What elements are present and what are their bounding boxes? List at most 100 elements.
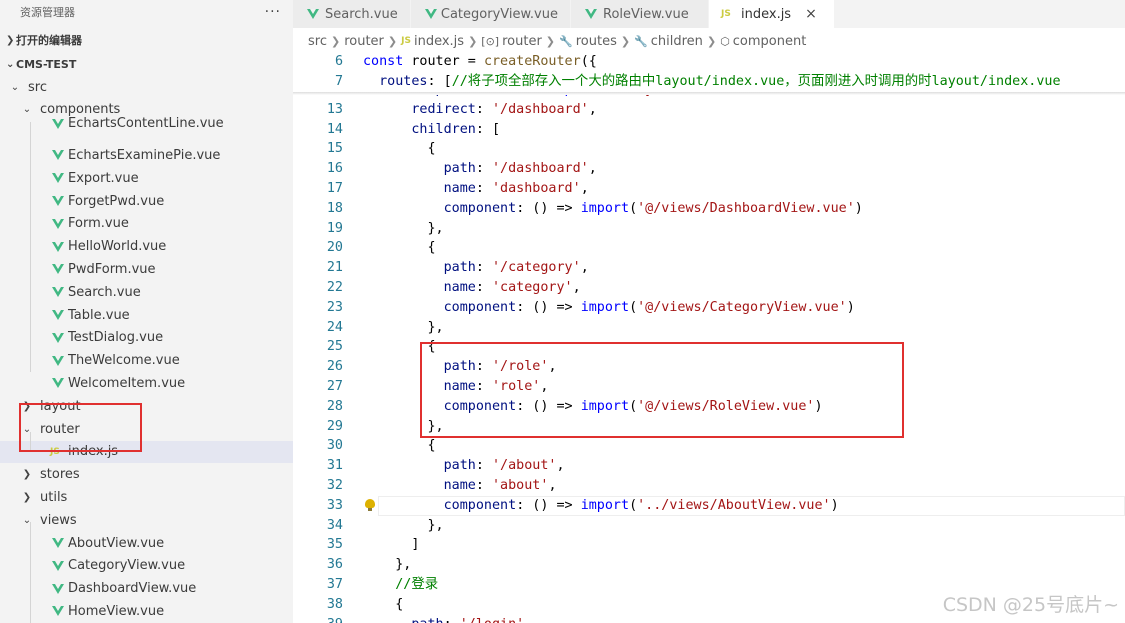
breadcrumb-symbol-icon: ⬡ (720, 34, 730, 48)
tree-file[interactable]: DashboardView.vue (0, 578, 293, 600)
tree-item-label: Table.vue (68, 307, 130, 323)
vue-file-icon (50, 147, 66, 163)
chevron-right-icon: ❯ (6, 34, 15, 46)
line-number: 34 (326, 517, 343, 533)
code-line: 6 const router = createRouter({ (293, 52, 1125, 72)
code-text: //登录 (363, 577, 439, 592)
line-number: 13 (326, 101, 343, 117)
vue-file-icon (50, 170, 66, 186)
tab-label: RoleView.vue (603, 6, 689, 22)
tab-label: Search.vue (325, 6, 398, 22)
tab-index-js[interactable]: JS index.js × (709, 0, 835, 28)
tree-file[interactable]: EchartsExaminePie.vue (0, 144, 293, 166)
tree-item-label: CategoryView.vue (68, 558, 186, 574)
line-number: 39 (293, 615, 343, 623)
tab-roleview-vue[interactable]: RoleView.vue (571, 0, 709, 28)
breadcrumb-item[interactable]: router (344, 34, 384, 49)
tree-file[interactable]: Form.vue (0, 213, 293, 235)
tree-item-label: HomeView.vue (68, 603, 165, 619)
line-number: 17 (326, 181, 343, 196)
code-text: path: '/about', (363, 458, 565, 474)
tree-file[interactable]: Search.vue (0, 281, 293, 303)
tree-file[interactable]: ForgetPwd.vue (0, 190, 293, 212)
code-text: path: '/category', (363, 260, 589, 276)
code-line: 31 path: '/about', (293, 456, 1125, 476)
code-line: 35 ] (293, 535, 1125, 555)
tree-file[interactable]: PwdForm.vue (0, 258, 293, 280)
code-text: children: [ (363, 121, 501, 137)
indent-guide (30, 522, 31, 623)
code-editor[interactable]: 6 const router = createRouter({7 routes: … (293, 52, 1125, 623)
tree-file[interactable]: HomeView.vue (0, 600, 293, 622)
breadcrumb-item[interactable]: component (733, 34, 807, 49)
lightbulb-icon[interactable] (365, 499, 375, 511)
open-editors-section[interactable]: ❯ 打开的编辑器 (0, 29, 293, 51)
tree-file[interactable]: HelloWorld.vue (0, 236, 293, 258)
tree-folder[interactable]: ❯ stores (0, 464, 293, 486)
tree-item-label: HelloWorld.vue (68, 239, 167, 255)
breadcrumb-item[interactable]: index.js (414, 34, 464, 49)
code-text: redirect: '/dashboard', (363, 101, 597, 117)
tab-categoryview-vue[interactable]: CategoryView.vue (411, 0, 571, 28)
code-text: component: () => import('@/views/Categor… (363, 299, 855, 315)
vue-file-icon (50, 558, 66, 574)
tab-label: index.js (741, 6, 792, 22)
tree-file[interactable]: Table.vue (0, 304, 293, 326)
code-line: 20 { (293, 238, 1125, 258)
line-number: 28 (326, 398, 343, 414)
tree-file[interactable]: TestDialog.vue (0, 327, 293, 349)
breadcrumb-symbol-icon: 🔧 (634, 34, 648, 48)
explorer-title: 资源管理器 (20, 6, 75, 19)
vue-file-icon (583, 6, 599, 22)
explorer-header: 资源管理器 ··· (0, 0, 293, 24)
tree-file[interactable]: AboutView.vue (0, 532, 293, 554)
tree-file[interactable]: WelcomeItem.vue (0, 372, 293, 394)
project-section[interactable]: ⌄ CMS-TEST (0, 53, 293, 75)
breadcrumb-item[interactable]: src (308, 34, 327, 49)
code-text: name: 'about', (363, 478, 557, 493)
code-line: 14 children: [ (293, 120, 1125, 140)
code-line: 22 name: 'category', (293, 278, 1125, 298)
chevron-down-icon: ⌄ (6, 58, 15, 70)
code-line: 16 path: '/dashboard', (293, 159, 1125, 179)
chevron-right-icon: ❯ (468, 34, 478, 48)
breadcrumb-symbol-icon: [⊙] (481, 34, 500, 48)
tree-item-label: utils (40, 489, 68, 505)
code-text: name: 'category', (363, 280, 581, 295)
tree-file[interactable]: Export.vue (0, 167, 293, 189)
code-text: name: 'dashboard', (363, 181, 589, 196)
vue-file-icon (423, 6, 437, 22)
tab-search-vue[interactable]: Search.vue (293, 0, 411, 28)
tree-file[interactable]: CategoryView.vue (0, 555, 293, 577)
chevron-right-icon: ❯ (545, 34, 556, 48)
code-text: { (363, 240, 436, 256)
code-line: 15 { (293, 139, 1125, 159)
sticky-shadow (293, 92, 1125, 95)
tree-file[interactable]: TheWelcome.vue (0, 350, 293, 372)
breadcrumb-item[interactable]: routes (576, 34, 617, 49)
breadcrumb-item[interactable]: children (651, 34, 703, 49)
tree-item-label: Export.vue (68, 170, 139, 186)
breadcrumb: src ❯ router ❯ JS index.js ❯ [⊙] router ❯ 🔧 routes ❯… (293, 30, 1125, 52)
tree-item-label: TestDialog.vue (68, 330, 164, 346)
code-line: 32 name: 'about', (293, 476, 1125, 496)
code-text: component: () => import('@/views/Dashboa… (363, 200, 863, 216)
close-icon[interactable]: × (805, 6, 817, 22)
indent-guide (30, 122, 31, 372)
tree-item-label: PwdForm.vue (68, 261, 156, 277)
breadcrumb-item[interactable]: router (502, 34, 542, 49)
line-number: 30 (326, 438, 343, 454)
tree-file[interactable]: EchartsContentLine.vue (0, 113, 293, 135)
tree-folder[interactable]: ⌄ views (0, 509, 293, 531)
vue-file-icon (50, 375, 66, 391)
line-number: 24 (326, 319, 343, 335)
tree-folder[interactable]: ⌄ src (0, 76, 293, 98)
line-number: 15 (326, 141, 343, 157)
line-number: 21 (326, 260, 343, 276)
tree-folder[interactable]: ❯ utils (0, 486, 293, 508)
more-actions-icon[interactable]: ··· (265, 4, 281, 20)
tree-item-label: WelcomeItem.vue (68, 375, 186, 391)
tree-item-label: Search.vue (68, 284, 141, 300)
vue-file-icon (50, 284, 66, 300)
code-text: }, (363, 557, 412, 573)
